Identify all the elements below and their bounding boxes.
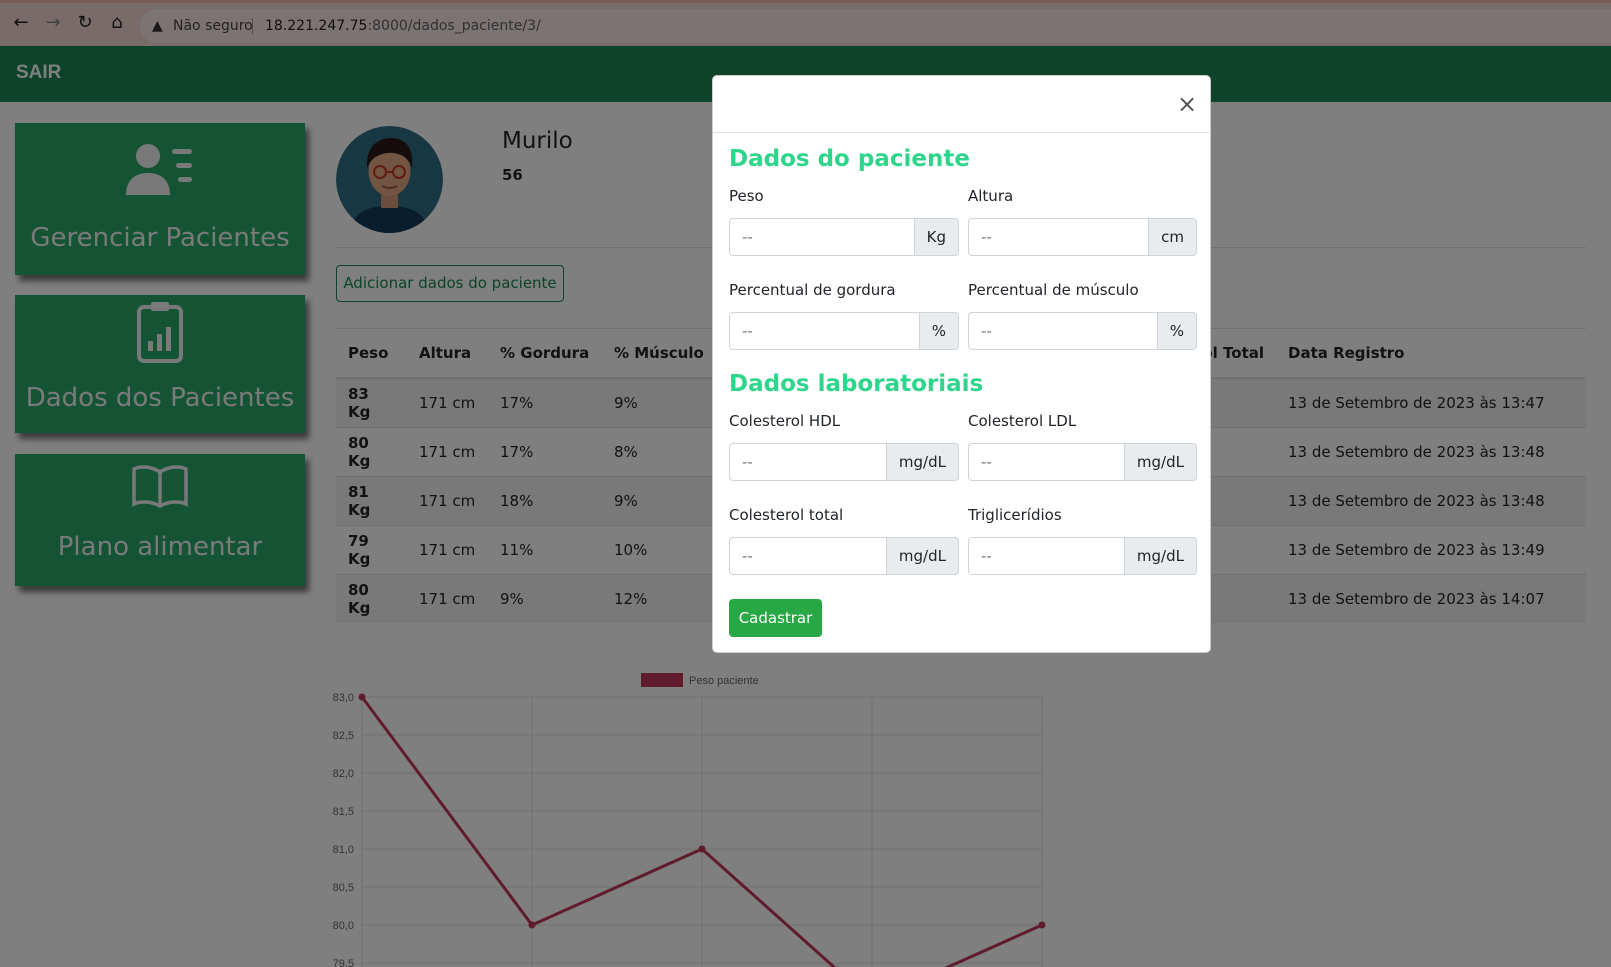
musculo-unit: % <box>1156 312 1197 350</box>
add-data-modal: × Dados do paciente Peso Kg Altura cm Pe… <box>712 75 1211 653</box>
peso-unit: Kg <box>913 218 959 256</box>
hdl-input[interactable] <box>729 443 886 481</box>
ldl-label: Colesterol LDL <box>968 412 1077 430</box>
peso-label: Peso <box>729 187 764 205</box>
musculo-label: Percentual de músculo <box>968 281 1139 299</box>
musculo-input[interactable] <box>968 312 1157 350</box>
total-input-group: mg/dL <box>729 537 959 575</box>
ldl-input-group: mg/dL <box>968 443 1197 481</box>
peso-input[interactable] <box>729 218 914 256</box>
trig-unit: mg/dL <box>1123 537 1197 575</box>
gordura-input[interactable] <box>729 312 919 350</box>
ldl-input[interactable] <box>968 443 1124 481</box>
ldl-unit: mg/dL <box>1123 443 1197 481</box>
colesterol-total-input[interactable] <box>729 537 886 575</box>
gordura-label: Percentual de gordura <box>729 281 896 299</box>
trig-label: Triglicerídios <box>968 506 1062 524</box>
total-unit: mg/dL <box>885 537 959 575</box>
section-title-laboratoriais: Dados laboratoriais <box>729 371 984 397</box>
close-icon[interactable]: × <box>1177 90 1197 118</box>
hdl-unit: mg/dL <box>885 443 959 481</box>
altura-unit: cm <box>1148 218 1197 256</box>
hdl-label: Colesterol HDL <box>729 412 841 430</box>
gordura-input-group: % <box>729 312 959 350</box>
musculo-input-group: % <box>968 312 1197 350</box>
altura-input[interactable] <box>968 218 1149 256</box>
peso-input-group: Kg <box>729 218 959 256</box>
section-title-paciente: Dados do paciente <box>729 146 970 172</box>
gordura-unit: % <box>918 312 959 350</box>
altura-input-group: cm <box>968 218 1197 256</box>
cadastrar-button[interactable]: Cadastrar <box>729 599 822 637</box>
trig-input-group: mg/dL <box>968 537 1197 575</box>
total-label: Colesterol total <box>729 506 844 524</box>
divider <box>713 132 1210 133</box>
triglicerideos-input[interactable] <box>968 537 1124 575</box>
altura-label: Altura <box>968 187 1014 205</box>
hdl-input-group: mg/dL <box>729 443 959 481</box>
